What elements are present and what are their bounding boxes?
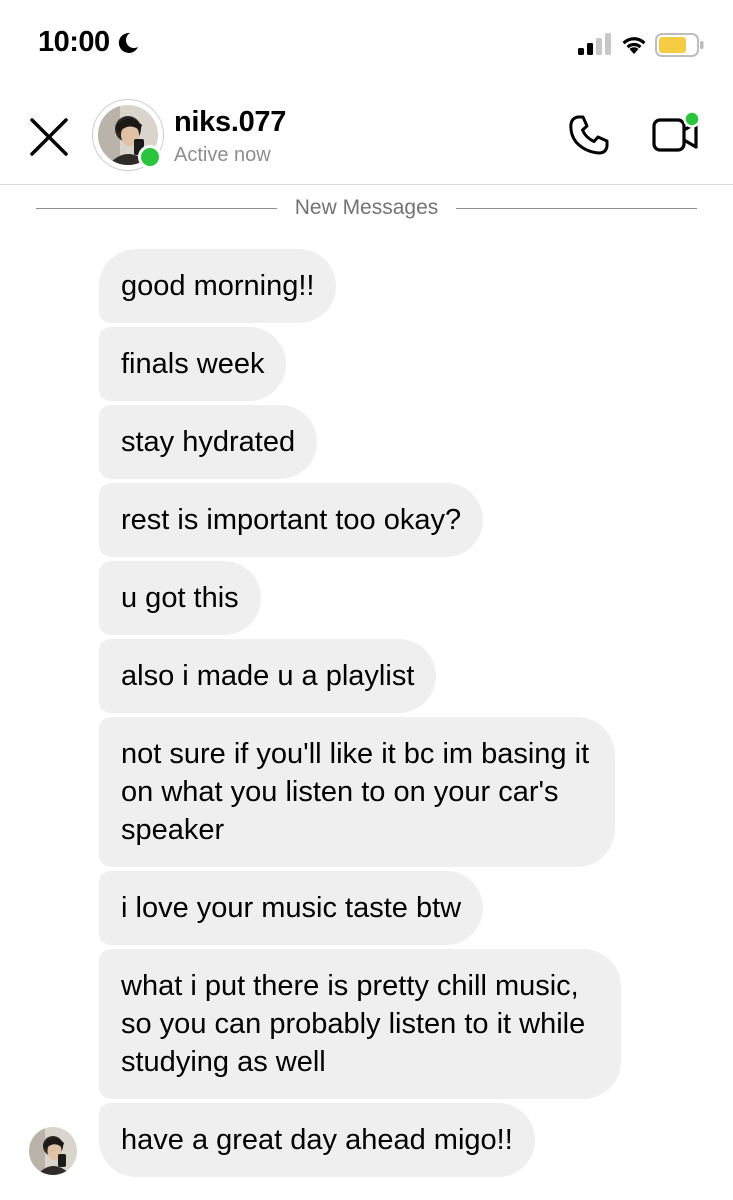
message-thread: good morning!! finals week stay hydrated…: [0, 249, 733, 1181]
phone-icon[interactable]: [566, 112, 612, 158]
contact-username[interactable]: niks.077: [174, 106, 286, 139]
battery-icon: [655, 33, 704, 57]
online-status-dot: [138, 145, 162, 169]
message-row: also i made u a playlist: [0, 639, 733, 713]
message-bubble[interactable]: not sure if you'll like it bc im basing …: [99, 717, 615, 867]
message-row: i love your music taste btw: [0, 871, 733, 945]
message-bubble[interactable]: have a great day ahead migo!!: [99, 1103, 535, 1177]
message-row: good morning!!: [0, 249, 733, 323]
message-row: finals week: [0, 327, 733, 401]
message-row: not sure if you'll like it bc im basing …: [0, 717, 733, 867]
message-bubble[interactable]: stay hydrated: [99, 405, 318, 479]
status-time: 10:00: [38, 26, 140, 59]
divider-line-left: [36, 207, 277, 209]
new-messages-divider: New Messages: [36, 193, 697, 223]
message-bubble[interactable]: u got this: [99, 561, 261, 635]
status-time-text: 10:00: [38, 26, 110, 58]
message-row: rest is important too okay?: [0, 483, 733, 557]
message-bubble[interactable]: also i made u a playlist: [99, 639, 437, 713]
sender-avatar[interactable]: [29, 1127, 77, 1175]
wifi-icon: [622, 37, 646, 54]
close-icon[interactable]: [26, 114, 72, 160]
message-bubble[interactable]: finals week: [99, 327, 287, 401]
cellular-signal-icon: [578, 33, 611, 55]
message-bubble[interactable]: good morning!!: [99, 249, 337, 323]
moon-icon: [118, 32, 138, 53]
message-bubble[interactable]: i love your music taste btw: [99, 871, 484, 945]
message-bubble[interactable]: rest is important too okay?: [99, 483, 484, 557]
video-call-icon[interactable]: [650, 110, 702, 158]
message-row: have a great day ahead migo!!: [0, 1103, 733, 1177]
new-messages-label: New Messages: [294, 196, 439, 219]
divider-line-right: [456, 207, 697, 209]
chat-header: niks.077 Active now: [0, 90, 733, 185]
contact-activity-status: Active now: [174, 144, 271, 166]
message-row: stay hydrated: [0, 405, 733, 479]
message-row: what i put there is pretty chill music, …: [0, 949, 733, 1099]
message-bubble[interactable]: what i put there is pretty chill music, …: [99, 949, 621, 1099]
message-row: u got this: [0, 561, 733, 635]
status-bar: 10:00: [0, 0, 733, 90]
